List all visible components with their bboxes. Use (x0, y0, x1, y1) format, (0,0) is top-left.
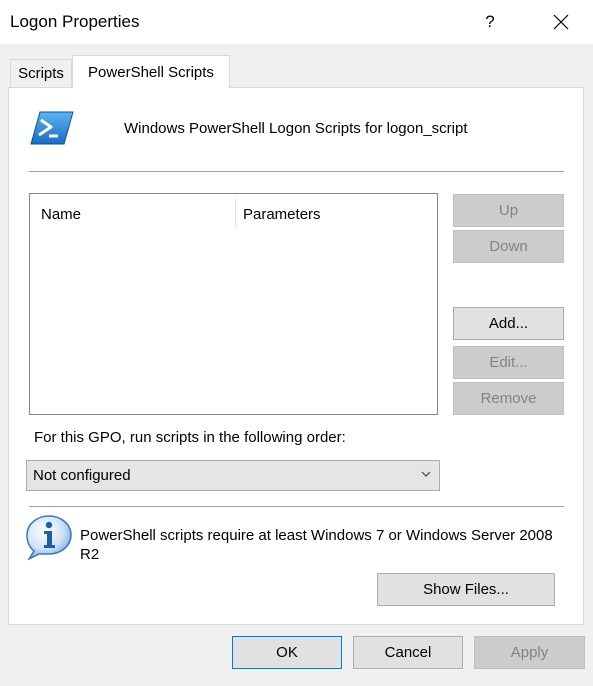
show-files-button[interactable]: Show Files... (377, 573, 555, 606)
ok-button[interactable]: OK (232, 636, 342, 669)
header-divider (29, 171, 564, 172)
close-icon (553, 14, 568, 30)
powershell-icon (30, 111, 74, 145)
header-text: Windows PowerShell Logon Scripts for log… (124, 120, 468, 137)
tab-powershell-scripts[interactable]: PowerShell Scripts (72, 55, 230, 88)
column-divider[interactable] (235, 198, 236, 228)
down-button[interactable]: Down (453, 230, 564, 263)
column-header-parameters[interactable]: Parameters (243, 206, 321, 223)
info-divider (29, 506, 564, 507)
apply-button[interactable]: Apply (474, 636, 585, 669)
order-select-value: Not configured (33, 467, 131, 484)
remove-button[interactable]: Remove (453, 382, 564, 415)
close-button[interactable] (538, 0, 583, 44)
order-label: For this GPO, run scripts in the followi… (34, 429, 346, 446)
chevron-down-icon (421, 471, 431, 477)
tab-scripts[interactable]: Scripts (10, 59, 72, 87)
scripts-list[interactable]: Name Parameters (29, 193, 438, 415)
help-button[interactable]: ? (470, 0, 510, 44)
order-select[interactable]: Not configured (26, 460, 440, 491)
info-icon (26, 515, 72, 560)
info-text: PowerShell scripts require at least Wind… (80, 527, 553, 563)
add-button[interactable]: Add... (453, 307, 564, 340)
window-title: Logon Properties (10, 12, 140, 31)
column-header-name[interactable]: Name (41, 206, 81, 223)
cancel-button[interactable]: Cancel (353, 636, 463, 669)
up-button[interactable]: Up (453, 194, 564, 227)
edit-button[interactable]: Edit... (453, 346, 564, 379)
title-bar: Logon Properties ? (0, 0, 593, 44)
